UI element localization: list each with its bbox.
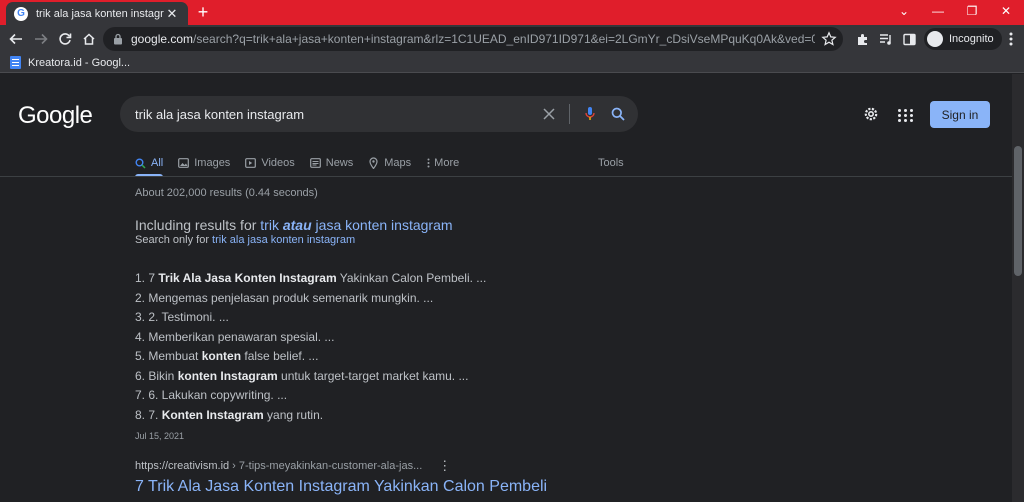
url-text: google.com/search?q=trik+ala+jasa+konten… bbox=[131, 32, 815, 46]
restore-button[interactable]: ❐ bbox=[955, 0, 989, 22]
tab-maps[interactable]: Maps bbox=[368, 152, 411, 174]
original-query-link[interactable]: trik ala jasa konten instagram bbox=[212, 234, 355, 246]
search-only-notice: Search only for trik ala jasa konten ins… bbox=[135, 234, 355, 246]
tab-search-button[interactable]: ⌄ bbox=[887, 0, 921, 22]
corrected-word-2: atau bbox=[282, 217, 312, 233]
tab-videos[interactable]: Videos bbox=[245, 152, 295, 174]
incognito-label: Incognito bbox=[949, 33, 994, 45]
tab-more[interactable]: More bbox=[426, 152, 459, 174]
more-vert-icon bbox=[426, 158, 430, 169]
tab-title: trik ala jasa konten instagram - G bbox=[36, 7, 164, 20]
videos-icon bbox=[245, 158, 257, 169]
address-bar[interactable]: google.com/search?q=trik+ala+jasa+konten… bbox=[103, 27, 843, 51]
browser-toolbar: google.com/search?q=trik+ala+jasa+konten… bbox=[0, 25, 1024, 53]
extensions-icon[interactable] bbox=[853, 30, 871, 48]
media-control-icon[interactable] bbox=[877, 30, 895, 48]
list-item: 1. 7 Trik Ala Jasa Konten Instagram Yaki… bbox=[135, 271, 487, 285]
list-item: 4. Memberikan penawaran spesial. ... bbox=[135, 329, 335, 344]
bookmarks-bar: Kreatora.id - Googl... bbox=[0, 53, 1024, 73]
search-only-prefix: Search only for bbox=[135, 234, 213, 246]
snippet-date: Jul 15, 2021 bbox=[135, 431, 185, 441]
browser-tab[interactable]: G trik ala jasa konten instagram - G ✕ bbox=[6, 2, 188, 25]
tools-button[interactable]: Tools bbox=[598, 152, 624, 174]
result-title-link[interactable]: 7 Trik Ala Jasa Konten Instagram Yakinka… bbox=[135, 478, 547, 496]
settings-gear-icon[interactable] bbox=[862, 105, 882, 125]
incognito-badge[interactable]: Incognito bbox=[924, 28, 1002, 50]
tab-label: Videos bbox=[261, 157, 295, 169]
featured-snippet-list: 1. 7 Trik Ala Jasa Konten Instagram Yaki… bbox=[135, 269, 486, 425]
tab-label: More bbox=[434, 157, 460, 169]
home-icon[interactable] bbox=[79, 29, 99, 49]
tab-images[interactable]: Images bbox=[178, 152, 230, 174]
side-panel-icon[interactable] bbox=[900, 30, 918, 48]
news-icon bbox=[309, 158, 321, 169]
bookmark-star-icon[interactable] bbox=[821, 31, 837, 47]
list-item: 8. 7. Konten Instagram yang rutin. bbox=[135, 407, 324, 422]
including-results-notice: Including results for trik atau jasa kon… bbox=[135, 217, 453, 233]
tab-all[interactable]: All bbox=[135, 152, 164, 177]
tab-news[interactable]: News bbox=[309, 152, 354, 174]
sign-in-button[interactable]: Sign in bbox=[930, 101, 990, 128]
tab-close-icon[interactable]: ✕ bbox=[164, 6, 180, 22]
google-logo[interactable]: Google bbox=[18, 102, 93, 130]
favicon-letter: G bbox=[17, 7, 25, 19]
clear-icon[interactable] bbox=[539, 104, 559, 124]
corrected-word-1: trik bbox=[260, 217, 283, 233]
microphone-icon[interactable] bbox=[580, 104, 600, 124]
list-item: 7. 6. Lakukan copywriting. ... bbox=[135, 388, 288, 402]
result-path: › 7-tips-meyakinkan-customer-ala-jas... bbox=[232, 459, 423, 472]
apps-grid-icon[interactable] bbox=[897, 106, 915, 124]
list-item: 6. Bikin konten Instagram untuk target-t… bbox=[135, 368, 469, 383]
images-icon bbox=[178, 158, 190, 169]
new-tab-button[interactable]: + bbox=[194, 3, 212, 21]
search-tabs: All Images Videos News Maps More bbox=[135, 152, 474, 177]
browser-menu-icon[interactable] bbox=[1002, 30, 1020, 48]
search-box[interactable] bbox=[120, 96, 638, 132]
url-host: google.com bbox=[131, 32, 194, 46]
result-stats: About 202,000 results (0.44 seconds) bbox=[135, 187, 318, 199]
scrollbar-thumb[interactable] bbox=[1014, 146, 1022, 276]
tab-label: News bbox=[325, 157, 354, 169]
back-icon[interactable] bbox=[6, 29, 26, 49]
list-item: 3. 2. Testimoni. ... bbox=[135, 310, 229, 324]
bookmark-kreatora[interactable]: Kreatora.id - Googl... bbox=[10, 56, 130, 69]
searchbox-divider bbox=[569, 104, 570, 124]
list-item: 2. Mengemas penjelasan produk semenarik … bbox=[135, 290, 434, 305]
list-item: 5. Membuat konten false belief. ... bbox=[135, 349, 319, 363]
reload-icon[interactable] bbox=[55, 29, 75, 49]
tab-label: Maps bbox=[384, 157, 412, 169]
tab-label: All bbox=[151, 157, 164, 169]
incognito-icon bbox=[927, 31, 943, 47]
including-prefix: Including results for bbox=[135, 217, 261, 233]
lock-icon bbox=[114, 33, 122, 45]
minimize-button[interactable]: — bbox=[921, 0, 955, 22]
forward-icon[interactable] bbox=[31, 29, 51, 49]
tabs-divider bbox=[0, 176, 1012, 177]
google-favicon-icon: G bbox=[14, 6, 28, 21]
search-icon[interactable] bbox=[608, 104, 628, 124]
search-icon bbox=[135, 158, 146, 169]
url-path: /search?q=trik+ala+jasa+konten+instagram… bbox=[193, 32, 815, 46]
result-site: https://creativism.id bbox=[135, 459, 230, 472]
bookmark-label: Kreatora.id - Googl... bbox=[28, 56, 131, 69]
tab-label: Images bbox=[194, 157, 231, 169]
maps-icon bbox=[368, 157, 379, 169]
result-more-icon[interactable]: ⋮ bbox=[438, 459, 451, 472]
tab-strip: G trik ala jasa konten instagram - G ✕ +… bbox=[0, 0, 1024, 25]
page-scrollbar[interactable] bbox=[1012, 74, 1024, 502]
window-close-button[interactable]: ✕ bbox=[989, 0, 1023, 22]
document-icon bbox=[10, 56, 21, 69]
search-input[interactable] bbox=[135, 106, 539, 122]
search-results-page: Google Sign in All Images Videos bbox=[0, 74, 1012, 502]
corrected-word-3: jasa konten instagram bbox=[311, 217, 453, 233]
corrected-query-link[interactable]: trik atau jasa konten instagram bbox=[260, 217, 452, 233]
result-cite: https://creativism.id › 7-tips-meyakinka… bbox=[135, 459, 451, 472]
